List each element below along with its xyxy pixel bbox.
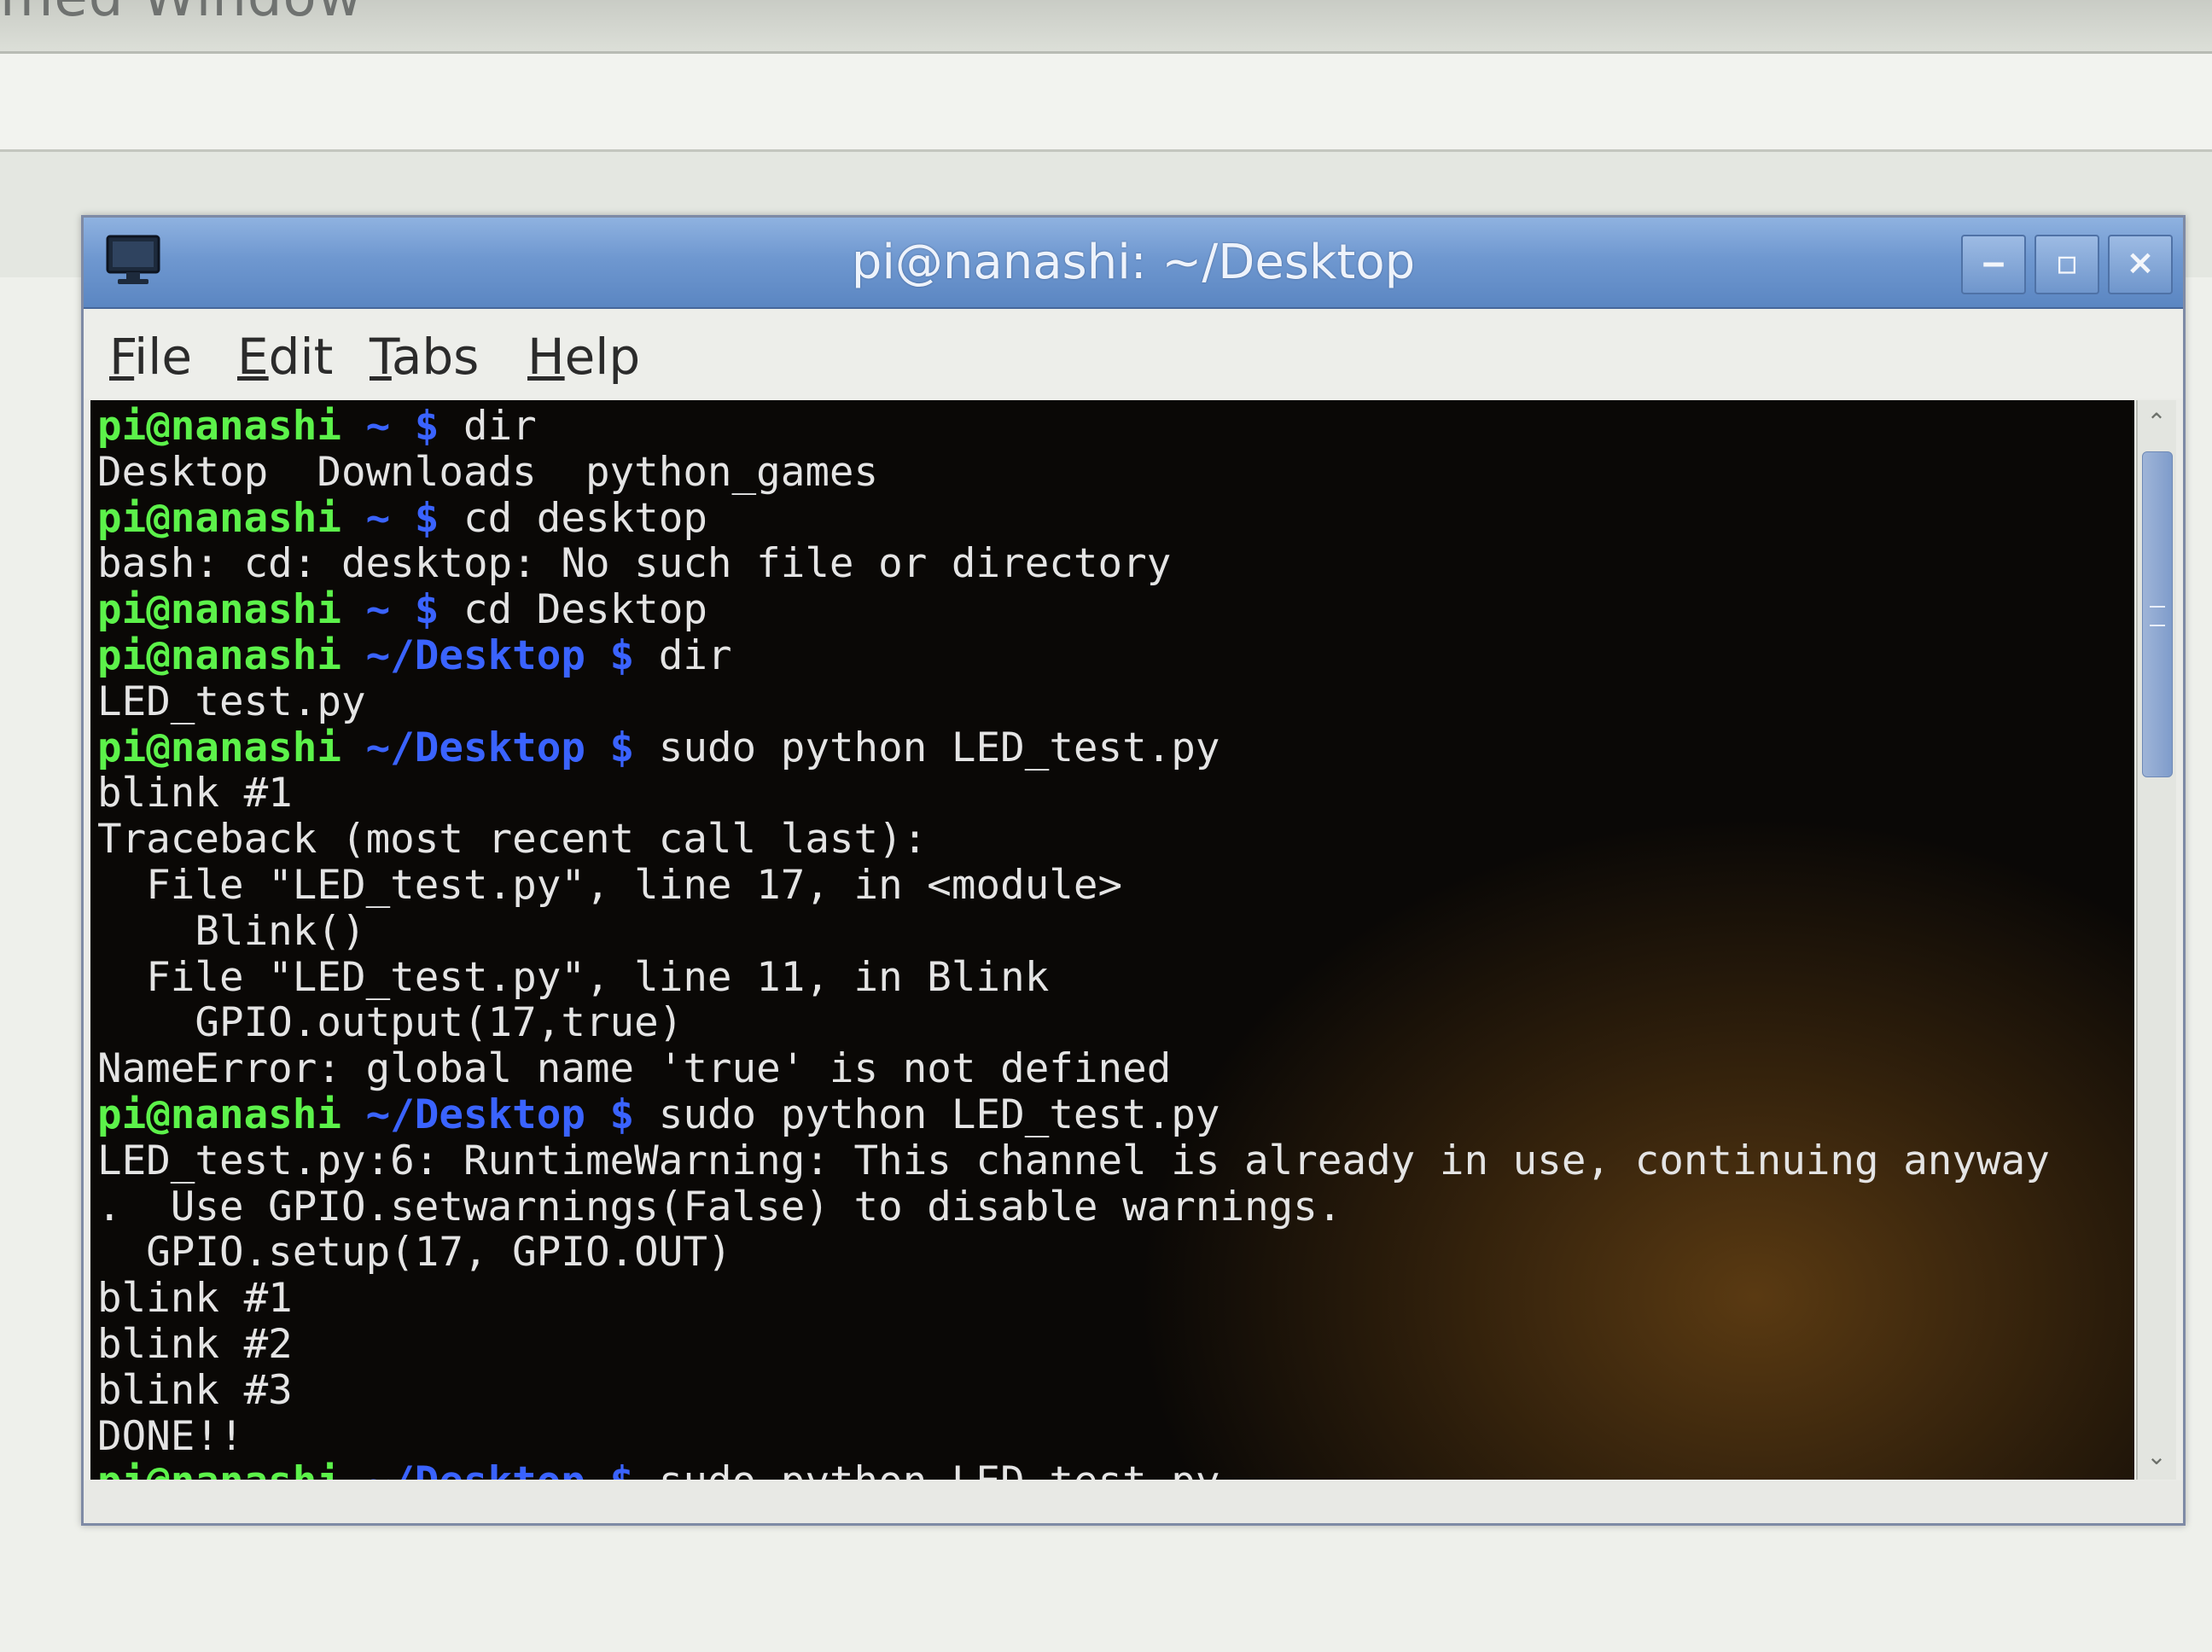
terminal-line: pi@nanashi ~/Desktop $ sudo python LED_t… (97, 1459, 2050, 1480)
terminal-text-segment: Desktop Downloads python_games (97, 448, 879, 496)
terminal-text-segment: blink #3 (97, 1366, 293, 1414)
menu-mnemonic: E (237, 328, 269, 386)
terminal-line: Blink() (97, 907, 2050, 955)
terminal-text-segment: GPIO.output(17,true) (97, 999, 684, 1047)
terminal-text-segment: sudo python LED_test.py (658, 724, 1220, 771)
prompt-user: pi@nanashi (97, 631, 341, 679)
menu-mnemonic: H (527, 328, 565, 386)
terminal-text-segment: Blink() (97, 907, 366, 955)
close-button[interactable]: × (2108, 235, 2173, 294)
terminal-text-segment: sudo python LED_test.py (659, 1458, 1220, 1480)
prompt-user: pi@nanashi (97, 494, 341, 542)
prompt-path: ~ $ (341, 586, 463, 634)
terminal-text-segment: GPIO.setup(17, GPIO.OUT) (97, 1229, 732, 1277)
prompt-path: ~/Desktop $ (341, 631, 659, 679)
terminal-line: pi@nanashi ~ $ cd desktop (97, 494, 2050, 542)
terminal-line: blink #2 (97, 1322, 2050, 1368)
terminal-text-segment: dir (658, 631, 732, 679)
terminal-line: blink #3 (97, 1366, 2050, 1414)
terminal-line: pi@nanashi ~/Desktop $ sudo python LED_t… (97, 1092, 2050, 1138)
menu-edit[interactable]: Edit (237, 328, 333, 386)
prompt-path: ~ $ (341, 403, 463, 450)
prompt-path: ~/Desktop $ (341, 1091, 659, 1138)
terminal-line: blink #1 (97, 771, 2050, 817)
prompt-path: ~ $ (341, 494, 463, 542)
terminal-line: GPIO.setup(17, GPIO.OUT) (97, 1230, 2050, 1276)
terminal-line: NameError: global name 'true' is not def… (97, 1046, 2050, 1092)
terminal-text-segment: File "LED_test.py", line 17, in <module> (97, 861, 1123, 909)
terminal-line: . Use GPIO.setwarnings(False) to disable… (97, 1184, 2050, 1230)
terminal-line: GPIO.output(17,true) (97, 1000, 2050, 1046)
terminal-line: pi@nanashi ~/Desktop $ dir (97, 633, 2050, 679)
menu-label: dit (268, 328, 334, 386)
terminal-text-segment: blink #1 (97, 770, 293, 817)
terminal-line: pi@nanashi ~/Desktop $ sudo python LED_t… (97, 724, 2050, 771)
prompt-user: pi@nanashi (97, 1458, 341, 1480)
vertical-scrollbar[interactable]: ⌃ ⌄ (2136, 400, 2176, 1480)
terminal-line: blink #1 (97, 1276, 2050, 1322)
prompt-user: pi@nanashi (97, 1091, 341, 1138)
terminal-window: pi@nanashi: ~/Desktop ‒ ▫ × File Edit Ta… (81, 215, 2186, 1526)
terminal-text-segment: blink #2 (97, 1320, 293, 1368)
menu-file[interactable]: File (109, 328, 192, 386)
terminal-output[interactable]: pi@nanashi ~ $ dir Desktop Downloads pyth… (90, 400, 2134, 1480)
menu-tabs[interactable]: Tabs (370, 328, 479, 386)
background-window-band (0, 51, 2212, 152)
window-title: pi@nanashi: ~/Desktop (851, 235, 1416, 290)
window-titlebar[interactable]: pi@nanashi: ~/Desktop ‒ ▫ × (84, 218, 2183, 309)
menu-help[interactable]: Help (527, 328, 640, 386)
terminal-text-segment: sudo python LED_test.py (658, 1091, 1220, 1138)
terminal-line: LED_test.py (97, 678, 2050, 725)
terminal-text-segment: blink #1 (97, 1275, 293, 1323)
prompt-path: ~/Desktop $ (341, 724, 659, 771)
menu-label: ile (134, 328, 193, 386)
terminal-line: Desktop Downloads python_games (97, 448, 2050, 496)
menu-mnemonic: F (109, 328, 135, 386)
terminal-text-segment: Traceback (most recent call last): (97, 816, 928, 864)
background-window-title: med Window (0, 0, 363, 29)
terminal-line: pi@nanashi ~ $ cd Desktop (97, 587, 2050, 633)
maximize-button[interactable]: ▫ (2034, 235, 2099, 294)
prompt-path: ~/Desktop $ (341, 1458, 659, 1480)
menu-label: abs (391, 328, 480, 386)
prompt-user: pi@nanashi (97, 586, 341, 634)
desktop-photo: med Window pi@nanashi: ~/Desktop ‒ ▫ × F… (0, 0, 2212, 1652)
terminal-text-segment: LED_test.py (97, 678, 366, 725)
terminal-line: LED_test.py:6: RuntimeWarning: This chan… (97, 1137, 2050, 1184)
prompt-user: pi@nanashi (97, 724, 341, 771)
terminal-text-segment: bash: cd: desktop: No such file or direc… (97, 540, 1172, 588)
terminal-text-segment: LED_test.py:6: RuntimeWarning: This chan… (97, 1137, 2050, 1184)
terminal-line: File "LED_test.py", line 11, in Blink (97, 953, 2050, 1001)
menu-label: elp (564, 328, 641, 386)
terminal-text-segment: File "LED_test.py", line 11, in Blink (97, 953, 1050, 1001)
scroll-up-arrow-icon[interactable]: ⌃ (2141, 405, 2172, 439)
terminal-line: DONE!! (97, 1412, 2050, 1460)
scroll-down-arrow-icon[interactable]: ⌄ (2141, 1440, 2172, 1474)
terminal-text-segment: NameError: global name 'true' is not def… (97, 1045, 1172, 1093)
terminal-line: Traceback (most recent call last): (97, 817, 2050, 863)
window-frame-bottom (84, 1480, 2183, 1523)
terminal-text-segment: DONE!! (97, 1412, 244, 1460)
terminal-line: bash: cd: desktop: No such file or direc… (97, 541, 2050, 587)
terminal-text-segment: . Use GPIO.setwarnings(False) to disable… (97, 1183, 1342, 1230)
scrollbar-thumb[interactable] (2142, 451, 2173, 777)
menu-mnemonic: T (370, 328, 392, 386)
minimize-button[interactable]: ‒ (1961, 235, 2026, 294)
terminal-line: pi@nanashi ~ $ dir (97, 404, 2050, 450)
grip-icon (2150, 606, 2165, 626)
prompt-user: pi@nanashi (97, 403, 341, 450)
terminal-text: pi@nanashi ~ $ dir Desktop Downloads pyth… (97, 404, 2050, 1480)
terminal-text-segment: dir (463, 403, 537, 450)
terminal-text-segment: cd desktop (463, 494, 707, 542)
terminal-line: File "LED_test.py", line 17, in <module> (97, 863, 2050, 909)
terminal-text-segment: cd Desktop (463, 586, 707, 634)
menu-bar: File Edit Tabs Help (84, 309, 2183, 398)
